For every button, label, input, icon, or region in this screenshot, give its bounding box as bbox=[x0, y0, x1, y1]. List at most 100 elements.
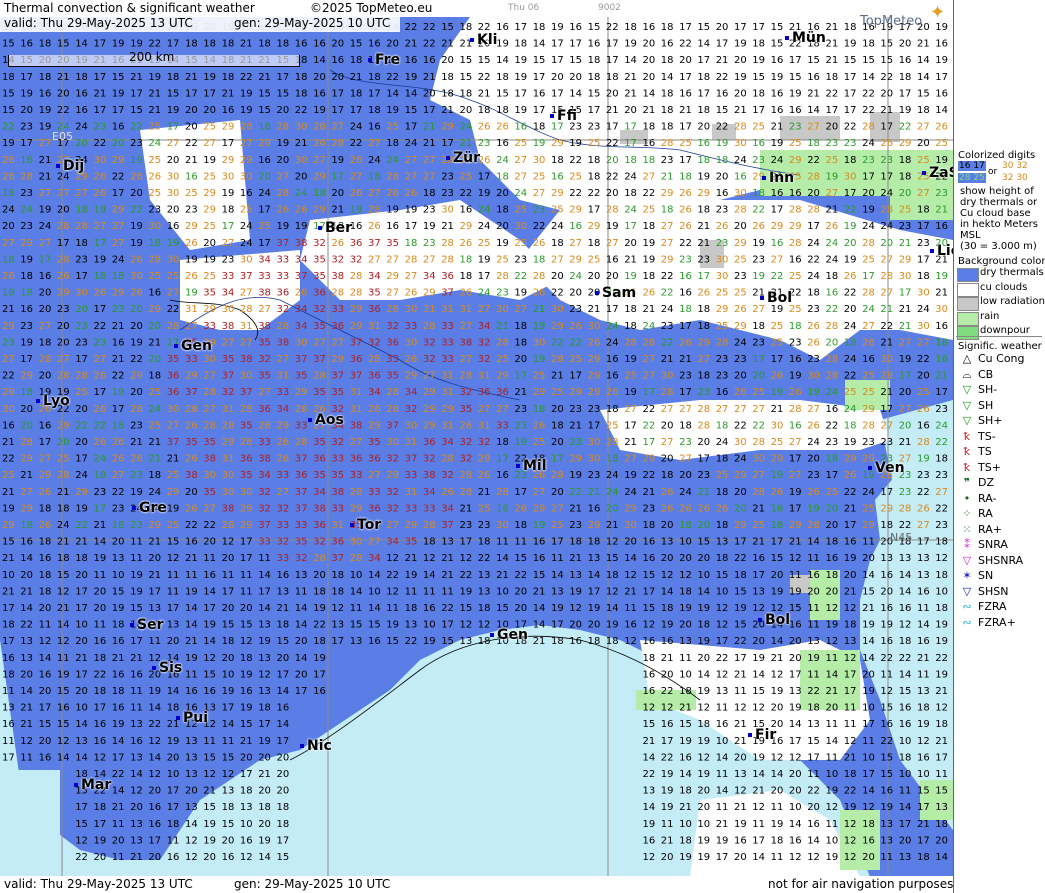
svg-text:16: 16 bbox=[569, 22, 582, 33]
svg-text:16: 16 bbox=[313, 88, 326, 99]
svg-text:24: 24 bbox=[862, 138, 875, 149]
svg-text:20: 20 bbox=[496, 188, 509, 199]
svg-text:17: 17 bbox=[258, 238, 271, 249]
svg-text:19: 19 bbox=[734, 819, 747, 830]
svg-text:17: 17 bbox=[94, 39, 107, 50]
svg-text:30: 30 bbox=[240, 254, 253, 265]
svg-text:23: 23 bbox=[112, 503, 125, 514]
svg-text:33: 33 bbox=[441, 337, 454, 348]
svg-text:17: 17 bbox=[20, 72, 33, 83]
svg-text:29: 29 bbox=[441, 404, 454, 415]
svg-text:16: 16 bbox=[917, 420, 930, 431]
svg-text:21: 21 bbox=[478, 487, 491, 498]
svg-text:12: 12 bbox=[716, 620, 729, 631]
svg-text:20: 20 bbox=[862, 852, 875, 863]
svg-text:15: 15 bbox=[844, 55, 857, 66]
svg-text:17: 17 bbox=[514, 22, 527, 33]
svg-text:27: 27 bbox=[533, 487, 546, 498]
svg-text:15: 15 bbox=[752, 686, 765, 697]
svg-text:29: 29 bbox=[295, 387, 308, 398]
svg-text:14: 14 bbox=[826, 736, 839, 747]
svg-text:33: 33 bbox=[331, 304, 344, 315]
svg-text:22: 22 bbox=[752, 420, 765, 431]
svg-text:35: 35 bbox=[240, 420, 253, 431]
city-dot-icon bbox=[132, 506, 136, 510]
svg-text:25: 25 bbox=[203, 122, 216, 133]
svg-text:20: 20 bbox=[258, 819, 271, 830]
svg-text:27: 27 bbox=[771, 254, 784, 265]
svg-text:26: 26 bbox=[39, 487, 52, 498]
svg-text:25: 25 bbox=[75, 387, 88, 398]
weather-symbol-label: RA bbox=[978, 507, 993, 520]
svg-text:15: 15 bbox=[441, 22, 454, 33]
svg-text:11: 11 bbox=[222, 736, 235, 747]
svg-text:27: 27 bbox=[661, 238, 674, 249]
svg-text:25: 25 bbox=[514, 205, 527, 216]
svg-text:27: 27 bbox=[39, 138, 52, 149]
svg-text:21: 21 bbox=[826, 686, 839, 697]
svg-text:15: 15 bbox=[368, 620, 381, 631]
svg-text:23: 23 bbox=[862, 155, 875, 166]
svg-text:23: 23 bbox=[588, 470, 601, 481]
svg-text:29: 29 bbox=[734, 321, 747, 332]
svg-text:11: 11 bbox=[807, 769, 820, 780]
svg-text:27: 27 bbox=[2, 354, 15, 365]
svg-text:16: 16 bbox=[496, 138, 509, 149]
svg-text:19: 19 bbox=[478, 254, 491, 265]
header-valid-row: valid: Thu 29-May-2025 13 UTC gen: 29-Ma… bbox=[0, 15, 400, 32]
svg-text:25: 25 bbox=[551, 205, 564, 216]
svg-text:37: 37 bbox=[331, 553, 344, 564]
svg-text:28: 28 bbox=[368, 354, 381, 365]
svg-text:14: 14 bbox=[917, 55, 930, 66]
svg-text:27: 27 bbox=[331, 122, 344, 133]
svg-text:25: 25 bbox=[716, 470, 729, 481]
svg-text:28: 28 bbox=[551, 354, 564, 365]
svg-text:25: 25 bbox=[148, 271, 161, 282]
svg-text:22: 22 bbox=[880, 72, 893, 83]
svg-text:19: 19 bbox=[661, 786, 674, 797]
svg-text:28: 28 bbox=[350, 553, 363, 564]
svg-text:33: 33 bbox=[277, 254, 290, 265]
svg-text:17: 17 bbox=[94, 72, 107, 83]
svg-text:20: 20 bbox=[661, 420, 674, 431]
svg-text:17: 17 bbox=[588, 105, 601, 116]
svg-text:19: 19 bbox=[20, 254, 33, 265]
svg-text:17: 17 bbox=[94, 238, 107, 249]
svg-text:16: 16 bbox=[826, 404, 839, 415]
svg-text:18: 18 bbox=[75, 72, 88, 83]
svg-text:27: 27 bbox=[789, 470, 802, 481]
svg-text:31: 31 bbox=[350, 404, 363, 415]
svg-text:18: 18 bbox=[569, 537, 582, 548]
svg-text:20: 20 bbox=[331, 39, 344, 50]
svg-text:24: 24 bbox=[75, 122, 88, 133]
city-dot-icon bbox=[174, 344, 178, 348]
svg-text:26: 26 bbox=[460, 420, 473, 431]
svg-text:13: 13 bbox=[258, 620, 271, 631]
svg-text:12: 12 bbox=[643, 852, 656, 863]
svg-text:22: 22 bbox=[899, 520, 912, 531]
svg-text:16: 16 bbox=[167, 221, 180, 232]
svg-text:25: 25 bbox=[826, 155, 839, 166]
svg-text:28: 28 bbox=[752, 437, 765, 448]
svg-text:19: 19 bbox=[697, 769, 710, 780]
svg-text:20: 20 bbox=[569, 620, 582, 631]
legend-colorized-title: Colorized digits bbox=[958, 150, 1036, 161]
svg-text:18: 18 bbox=[112, 686, 125, 697]
svg-text:29: 29 bbox=[75, 487, 88, 498]
svg-text:29: 29 bbox=[862, 404, 875, 415]
svg-text:16: 16 bbox=[697, 138, 710, 149]
svg-text:30: 30 bbox=[588, 454, 601, 465]
svg-text:22: 22 bbox=[844, 288, 857, 299]
svg-text:27: 27 bbox=[39, 188, 52, 199]
svg-text:16: 16 bbox=[789, 188, 802, 199]
forecast-map[interactable]: 1818151618181521191716201915181619151818… bbox=[0, 0, 953, 893]
svg-text:19: 19 bbox=[460, 586, 473, 597]
svg-text:30: 30 bbox=[167, 404, 180, 415]
svg-text:21: 21 bbox=[167, 454, 180, 465]
svg-text:16: 16 bbox=[679, 752, 692, 763]
svg-text:26: 26 bbox=[185, 454, 198, 465]
weather-symbol-label: FZRA+ bbox=[978, 615, 1016, 629]
svg-text:20: 20 bbox=[94, 586, 107, 597]
svg-text:22: 22 bbox=[112, 487, 125, 498]
svg-text:27: 27 bbox=[917, 337, 930, 348]
